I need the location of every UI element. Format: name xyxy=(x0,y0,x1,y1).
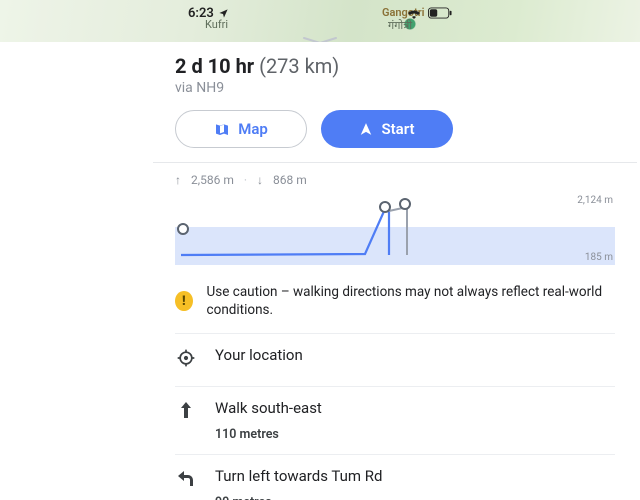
arrow-up-icon xyxy=(175,399,197,419)
location-services-icon xyxy=(218,8,229,19)
direction-title: Your location xyxy=(215,346,303,364)
direction-distance: 110 metres xyxy=(215,427,322,442)
wifi-icon xyxy=(406,7,422,19)
elevation-waypoint-dot xyxy=(379,201,391,213)
route-sheet: 2 d 10 hr (273 km) via NH9 Map Start ↑ 2,… xyxy=(0,42,640,500)
descent-icon: ↓ xyxy=(257,173,263,187)
direction-step[interactable]: Walk south-east 110 metres xyxy=(175,386,615,454)
map-button-label: Map xyxy=(238,120,268,138)
direction-title: Walk south-east xyxy=(215,399,322,417)
elevation-min-label: 185 m xyxy=(585,252,613,263)
direction-distance: 90 metres xyxy=(215,495,382,500)
elevation-chart[interactable]: 2,124 m 185 m xyxy=(175,195,615,265)
route-distance: (273 km) xyxy=(259,54,339,78)
direction-step[interactable]: Turn left towards Tum Rd 90 metres xyxy=(175,454,615,500)
navigate-icon xyxy=(359,122,373,136)
action-row: Map Start xyxy=(175,110,615,148)
warning-text: Use caution – walking directions may not… xyxy=(207,283,615,319)
screen: { "status_bar":{"time":"6:23","map_label… xyxy=(0,0,640,500)
route-summary: 2 d 10 hr (273 km) via NH9 xyxy=(175,42,615,96)
direction-step[interactable]: Your location xyxy=(175,333,615,386)
turn-left-icon xyxy=(175,467,197,487)
ascent-value: 2,586 m xyxy=(191,173,234,187)
ascent-icon: ↑ xyxy=(175,173,181,187)
map-icon xyxy=(214,121,230,137)
divider xyxy=(153,162,637,163)
descent-value: 868 m xyxy=(273,173,307,187)
route-via: via NH9 xyxy=(175,80,615,96)
elevation-summary: ↑2,586 m · ↓868 m xyxy=(175,173,615,187)
elevation-line xyxy=(175,195,475,265)
walking-warning: ! Use caution – walking directions may n… xyxy=(175,283,615,319)
warning-icon: ! xyxy=(175,291,193,311)
route-duration: 2 d 10 hr xyxy=(175,54,254,78)
status-time: 6:23 xyxy=(188,6,214,21)
start-button-label: Start xyxy=(381,120,414,138)
direction-title: Turn left towards Tum Rd xyxy=(215,467,382,485)
elevation-max-label: 2,124 m xyxy=(577,195,613,206)
directions-list[interactable]: Your location Walk south-east 110 metres xyxy=(175,333,615,500)
status-bar: 6:23 xyxy=(0,4,640,22)
locate-icon xyxy=(175,346,197,368)
elevation-end-dot xyxy=(399,198,411,210)
start-button[interactable]: Start xyxy=(321,110,453,148)
map-button[interactable]: Map xyxy=(175,110,307,148)
elevation-start-dot xyxy=(177,223,189,235)
route-title: 2 d 10 hr (273 km) xyxy=(175,54,615,78)
battery-icon xyxy=(428,7,452,19)
